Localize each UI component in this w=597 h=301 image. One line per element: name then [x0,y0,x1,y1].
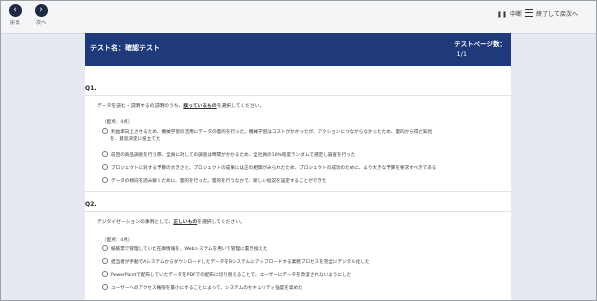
divider [85,211,511,212]
end-label: 終了して戻次へ [536,11,578,18]
chevron-right-icon: › [34,4,48,17]
question-1-points: （配点：4点） [102,120,133,125]
back-button[interactable]: ‹ 戻る [5,4,25,26]
end-return-button[interactable]: 終了して戻次へ [525,9,578,18]
app-window: ‹ 戻る › 次へ ❚❚ 中断 終了して戻次へ テスト名：確認テスト テストページ… [0,0,597,301]
question-1-option-2[interactable]: 前回の商品調査を行う際、全員に対しての調査は時間がかかるため、全社員の10%程度… [102,151,355,158]
top-toolbar: ‹ 戻る › 次へ ❚❚ 中断 終了して戻次へ [1,1,596,34]
radio-button[interactable] [102,245,108,251]
question-1-option-4[interactable]: データの傾向を読み解くために、量的を行った。量的を行うなかで、新しい仮説を設定す… [102,177,327,184]
question-1-emphasis: 誤っているもの [183,104,217,109]
question-2-title: Q2. [85,201,97,208]
question-1-title: Q1. [85,85,97,92]
radio-button[interactable] [102,271,108,277]
test-name: テスト名：確認テスト [90,44,160,52]
divider [85,191,511,192]
question-1-option-1[interactable]: 利益率向上させるため、機械学習の活用にデータの量的を行った。機械学習はコストがか… [102,128,432,142]
question-2-text: デジタイゼーションの事例として、正しいものを選択してください。 [97,220,245,225]
question-2-option-3[interactable]: PowerPointで配布していたデータをPDFでの配布に切り替えることで、ユー… [102,271,351,278]
question-1-text: データを読む・説明するの説明のうち、誤っているものを選択してください。 [97,104,265,109]
question-2-emphasis: 正しいもの [173,220,198,225]
page-count-label: テストページ数： [454,40,506,48]
test-header: テスト名：確認テスト テストページ数： 1/1 [85,33,511,66]
question-2-option-2[interactable]: 担当者が手動でAシステムからダウンロードしたデータをBシステムにアップロードする… [102,258,370,265]
pause-button[interactable]: ❚❚ 中断 [497,9,522,18]
next-button[interactable]: › 次へ [31,4,51,26]
question-2-option-4[interactable]: ユーザーへのアクセス権限を最小にすることによって、システムのセキュリティ強度を高… [102,284,303,291]
test-content: テスト名：確認テスト テストページ数： 1/1 Q1. データを読む・説明するの… [85,33,511,300]
radio-button[interactable] [102,164,108,170]
question-1-option-3[interactable]: プロジェクトに対する予算の大きさと、プロジェクトの成果には正の相関がみられたため… [102,164,436,171]
divider [85,95,511,96]
question-2-points: （配点：4点） [102,238,133,243]
pause-label: 中断 [509,11,522,18]
radio-button[interactable] [102,258,108,264]
page-count-value: 1/1 [456,50,467,58]
radio-button[interactable] [102,151,108,157]
radio-button[interactable] [102,128,108,134]
pause-icon: ❚❚ [496,11,507,18]
back-label: 戻る [9,20,20,26]
next-label: 次へ [35,20,46,26]
radio-button[interactable] [102,177,108,183]
radio-button[interactable] [102,284,108,290]
list-icon [525,9,534,17]
chevron-left-icon: ‹ [8,4,22,17]
question-2-option-1[interactable]: 紙帳票で管理していた在庫情報を、Webシステムを用いて管理に置き換えた [102,245,268,252]
